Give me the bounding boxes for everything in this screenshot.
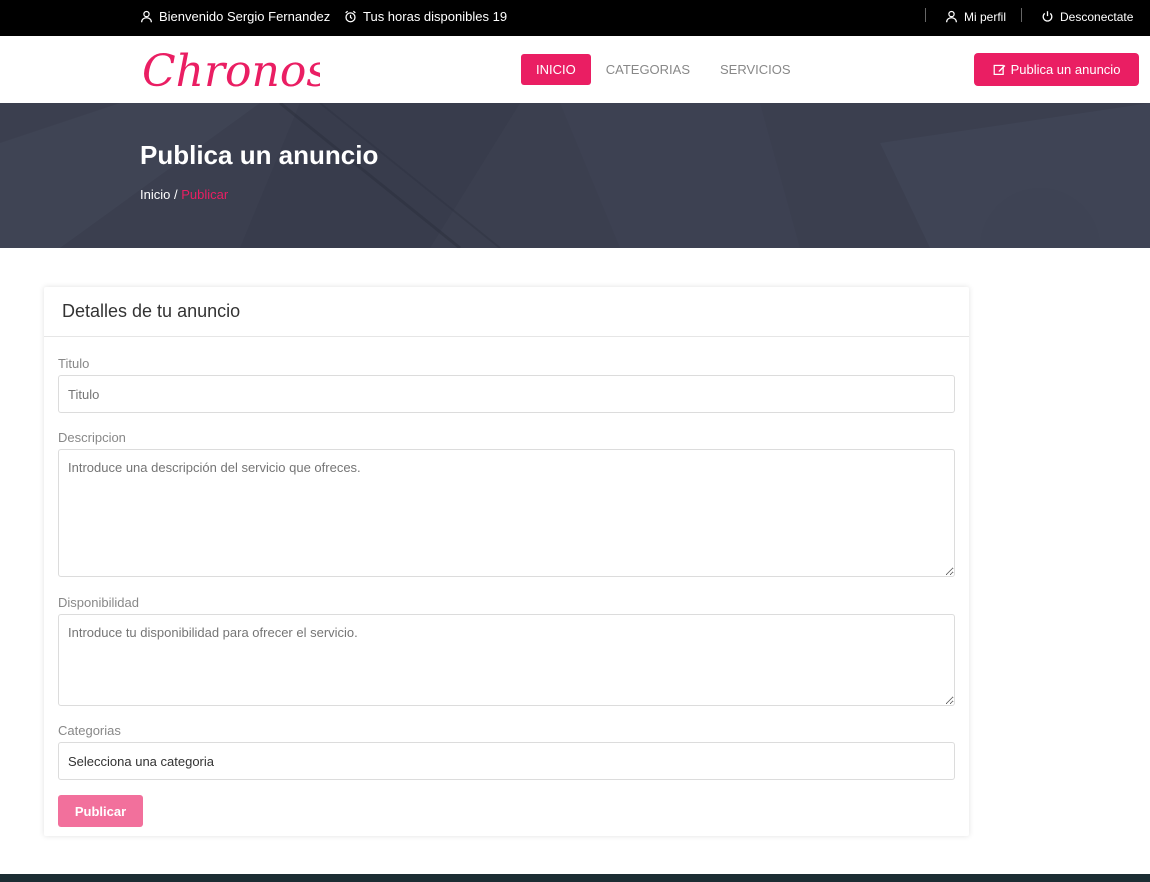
main-navbar: Chronos INICIO CATEGORIAS SERVICIOS Publ… [0,36,1150,103]
footer [0,874,1150,882]
availability-textarea[interactable] [58,614,955,706]
logout-link[interactable]: Desconectate [1041,0,1133,33]
alarm-clock-icon [344,10,357,23]
nav-link-categorias[interactable]: CATEGORIAS [591,54,705,85]
card-title: Detalles de tu anuncio [44,287,969,337]
divider [925,8,926,22]
ad-details-card: Detalles de tu anuncio Titulo Descripcio… [44,287,969,836]
chronos-logo[interactable]: Chronos [140,42,329,100]
categories-select[interactable]: Selecciona una categoria [58,742,955,780]
hours-text: Tus horas disponibles 19 [363,9,508,24]
user-icon [140,10,153,23]
hero-background-pattern [0,103,1150,248]
post-ad-label: Publica un anuncio [1010,62,1121,77]
breadcrumb: Inicio / Publicar [140,187,228,202]
page-hero: Publica un anuncio Inicio / Publicar [0,103,1150,248]
title-label: Titulo [58,356,90,371]
power-icon [1041,10,1054,23]
nav-link-inicio[interactable]: INICIO [521,54,591,85]
logout-label: Desconectate [1060,9,1134,24]
welcome-text: Bienvenido Sergio Fernandez [159,9,331,24]
publish-button[interactable]: Publicar [58,795,143,827]
availability-label: Disponibilidad [58,595,139,610]
profile-link[interactable]: Mi perfil [945,0,1006,33]
breadcrumb-home[interactable]: Inicio / [140,187,178,202]
edit-icon [993,64,1005,75]
top-bar: Bienvenido Sergio Fernandez Tus horas di… [0,0,1150,36]
nav-link-servicios[interactable]: SERVICIOS [705,54,806,85]
description-label: Descripcion [58,430,126,445]
logo-text: Chronos [142,46,320,97]
page-title: Publica un anuncio [140,140,379,170]
categories-selected-value: Selecciona una categoria [68,753,214,769]
breadcrumb-current: Publicar [181,187,229,202]
divider [1021,8,1022,22]
post-ad-button[interactable]: Publica un anuncio [974,53,1139,86]
description-textarea[interactable] [58,449,955,577]
welcome-message: Bienvenido Sergio Fernandez [140,0,330,33]
available-hours: Tus horas disponibles 19 [344,0,507,33]
nav-links: INICIO CATEGORIAS SERVICIOS [521,54,806,85]
user-icon [945,10,958,23]
categories-label: Categorias [58,723,121,738]
title-input[interactable] [58,375,955,413]
profile-label: Mi perfil [964,9,1007,24]
